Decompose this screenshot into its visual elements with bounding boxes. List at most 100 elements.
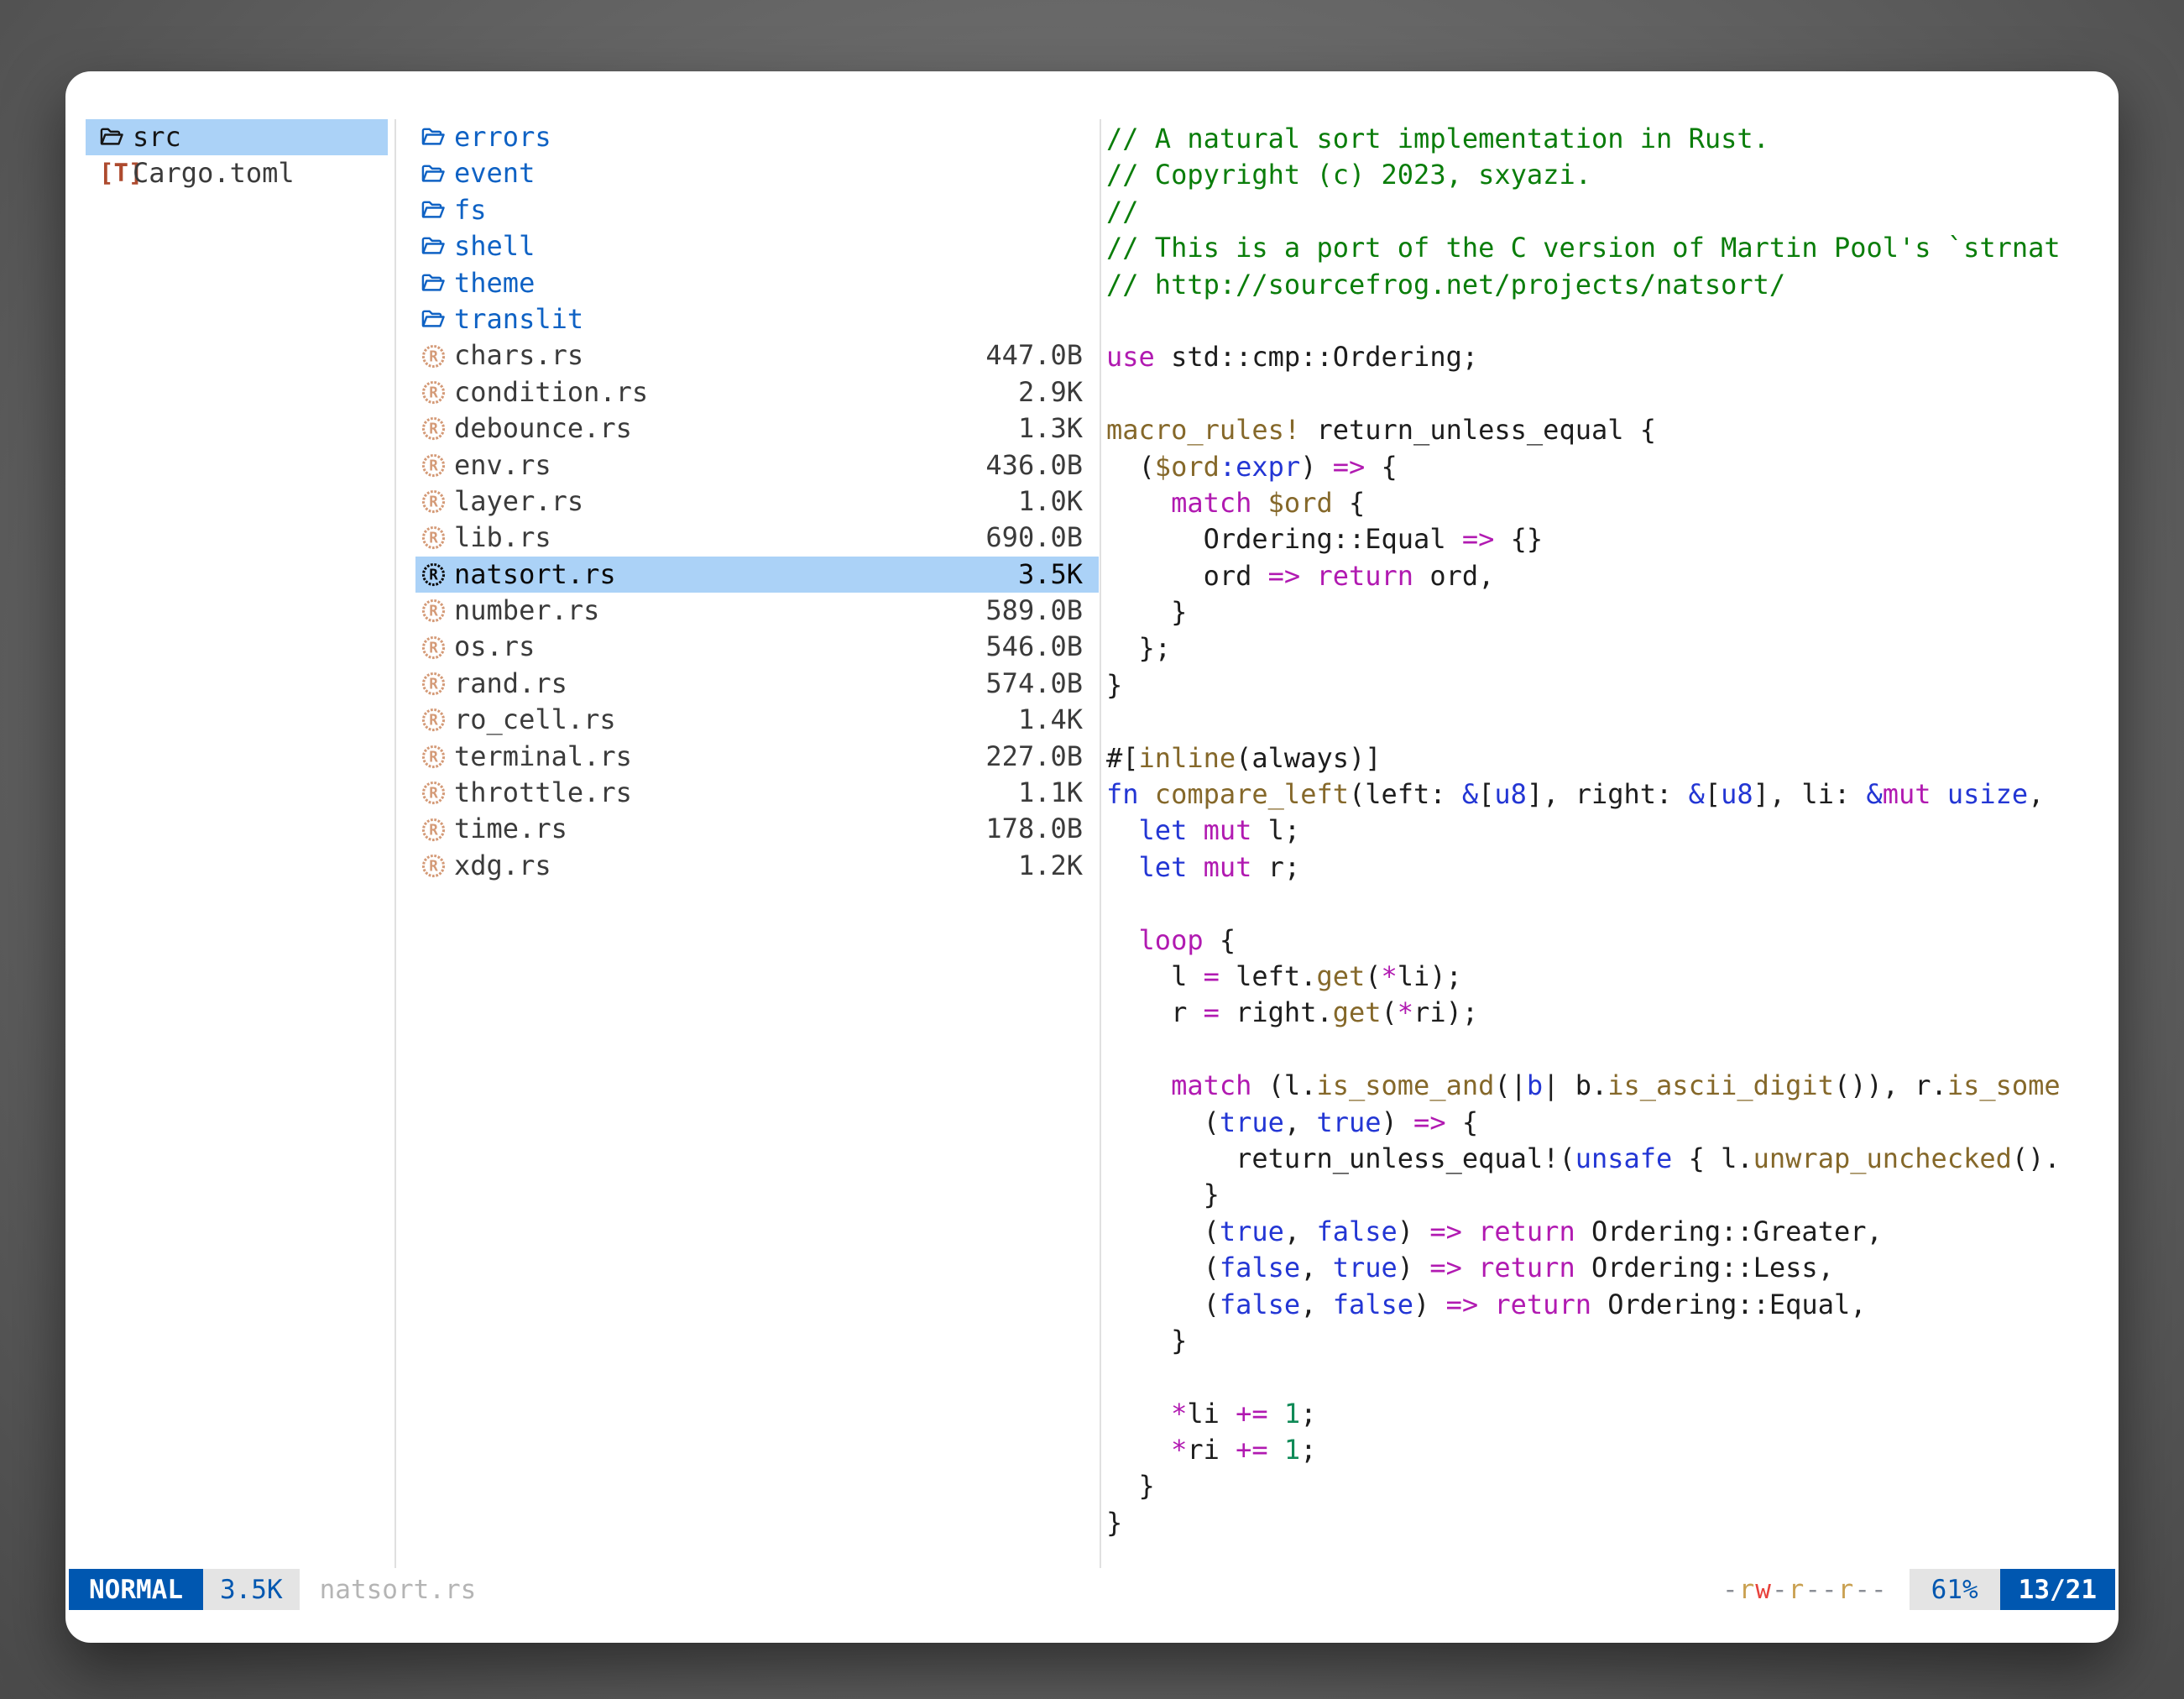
svg-text:R: R [429,385,438,402]
code-line [1106,376,2110,412]
svg-text:R: R [429,567,438,584]
folder-open-icon [421,125,454,149]
code-line [1106,703,2110,740]
code-line: *li += 1; [1106,1396,2110,1432]
code-line: // Copyright (c) 2023, sxyazi. [1106,157,2110,193]
folder-open-icon [421,234,454,259]
file-row[interactable]: Rxdg.rs1.2K [415,848,1099,884]
file-size: 574.0B [985,666,1083,702]
file-row[interactable]: Ros.rs546.0B [415,629,1099,665]
file-name: os.rs [454,629,535,665]
file-name: translit [454,301,583,337]
code-line: (false, true) => return Ordering::Less, [1106,1250,2110,1286]
code-line: use std::cmp::Ordering; [1106,339,2110,375]
code-line [1106,1359,2110,1395]
file-name: time.rs [454,811,567,847]
svg-text:R: R [429,786,438,802]
file-size: 1.3K [1018,410,1083,447]
file-name: layer.rs [454,484,583,520]
file-name: lib.rs [454,520,551,556]
folder-open-icon [99,125,133,149]
file-size: 178.0B [985,811,1083,847]
rust-icon: R [421,562,454,588]
code-line: ($ord:expr) => { [1106,449,2110,485]
file-size: 589.0B [985,593,1083,629]
file-row[interactable]: src [86,119,388,155]
file-row[interactable]: Rterminal.rs227.0B [415,739,1099,775]
status-right: -rw-r--r-- 61% 13/21 [1722,1569,2115,1610]
code-line [1106,303,2110,339]
code-line: fn compare_left(left: &[u8], right: &[u8… [1106,776,2110,813]
file-row[interactable]: [T]Cargo.toml [86,155,388,191]
file-name: terminal.rs [454,739,632,775]
file-size: 546.0B [985,629,1083,665]
file-name: rand.rs [454,666,567,702]
file-row[interactable]: Rrand.rs 574.0B [415,666,1099,702]
svg-text:R: R [429,859,438,876]
rust-icon: R [421,416,454,442]
rust-icon: R [421,343,454,369]
file-row[interactable]: Rthrottle.rs1.1K [415,775,1099,811]
rust-icon: R [421,525,454,551]
code-line: } [1106,1505,2110,1541]
folder-open-icon [421,271,454,295]
parent-pane[interactable]: src[T]Cargo.toml [86,119,388,192]
code-line: // http://sourcefrog.net/projects/natsor… [1106,267,2110,303]
code-line: }; [1106,630,2110,667]
file-size: 1.1K [1018,775,1083,811]
file-row[interactable]: Rcondition.rs2.9K [415,374,1099,410]
folder-open-icon [421,198,454,222]
preview-pane[interactable]: // A natural sort implementation in Rust… [1106,121,2110,1566]
file-name: shell [454,228,535,264]
file-row[interactable]: shell [415,228,1099,264]
file-row[interactable]: translit [415,301,1099,337]
rust-icon: R [421,489,454,515]
scroll-percent-badge: 61% [1910,1569,2000,1610]
code-line: // This is a port of the C version of Ma… [1106,230,2110,266]
svg-text:R: R [429,822,438,839]
file-row[interactable]: Renv.rs436.0B [415,447,1099,484]
code-line: match $ord { [1106,485,2110,521]
file-row[interactable]: Rro_cell.rs1.4K [415,702,1099,738]
file-name: event [454,155,535,191]
code-line: macro_rules! return_unless_equal { [1106,412,2110,448]
file-name: condition.rs [454,374,648,410]
file-row[interactable]: errors [415,119,1099,155]
code-line [1106,1032,2110,1068]
code-line: // [1106,194,2110,230]
code-line: ord => return ord, [1106,558,2110,594]
file-name: fs [454,192,487,228]
code-line: loop { [1106,923,2110,959]
current-pane[interactable]: errorseventfsshellthemetranslitRchars.rs… [415,119,1099,884]
file-size: 1.4K [1018,702,1083,738]
status-left: NORMAL 3.5K natsort.rs [69,1569,476,1610]
folder-open-icon [421,162,454,186]
file-name: xdg.rs [454,848,551,884]
file-name: src [133,119,181,155]
file-row[interactable]: theme [415,265,1099,301]
file-row[interactable]: event [415,155,1099,191]
svg-text:R: R [429,531,438,547]
file-row[interactable]: Rdebounce.rs1.3K [415,410,1099,447]
svg-text:R: R [429,677,438,693]
file-row[interactable]: fs [415,192,1099,228]
rust-icon: R [421,780,454,806]
code-line: let mut l; [1106,813,2110,849]
toml-icon: [T] [99,155,133,191]
file-row[interactable]: Rlayer.rs1.0K [415,484,1099,520]
file-size-badge: 3.5K [203,1569,300,1610]
permissions-text: -rw-r--r-- [1722,1569,1888,1610]
rust-icon: R [421,853,454,879]
file-row[interactable]: Rlib.rs690.0B [415,520,1099,556]
file-row[interactable]: Rnatsort.rs3.5K [415,557,1099,593]
file-row[interactable]: Rnumber.rs589.0B [415,593,1099,629]
file-row[interactable]: Rchars.rs447.0B [415,337,1099,374]
svg-text:R: R [429,494,438,511]
code-line: // A natural sort implementation in Rust… [1106,121,2110,157]
file-row[interactable]: Rtime.rs 178.0B [415,811,1099,847]
code-line: (true, true) => { [1106,1105,2110,1141]
file-name: ro_cell.rs [454,702,616,738]
file-name: theme [454,265,535,301]
code-line: match (l.is_some_and(|b| b.is_ascii_digi… [1106,1068,2110,1104]
code-line: let mut r; [1106,850,2110,886]
